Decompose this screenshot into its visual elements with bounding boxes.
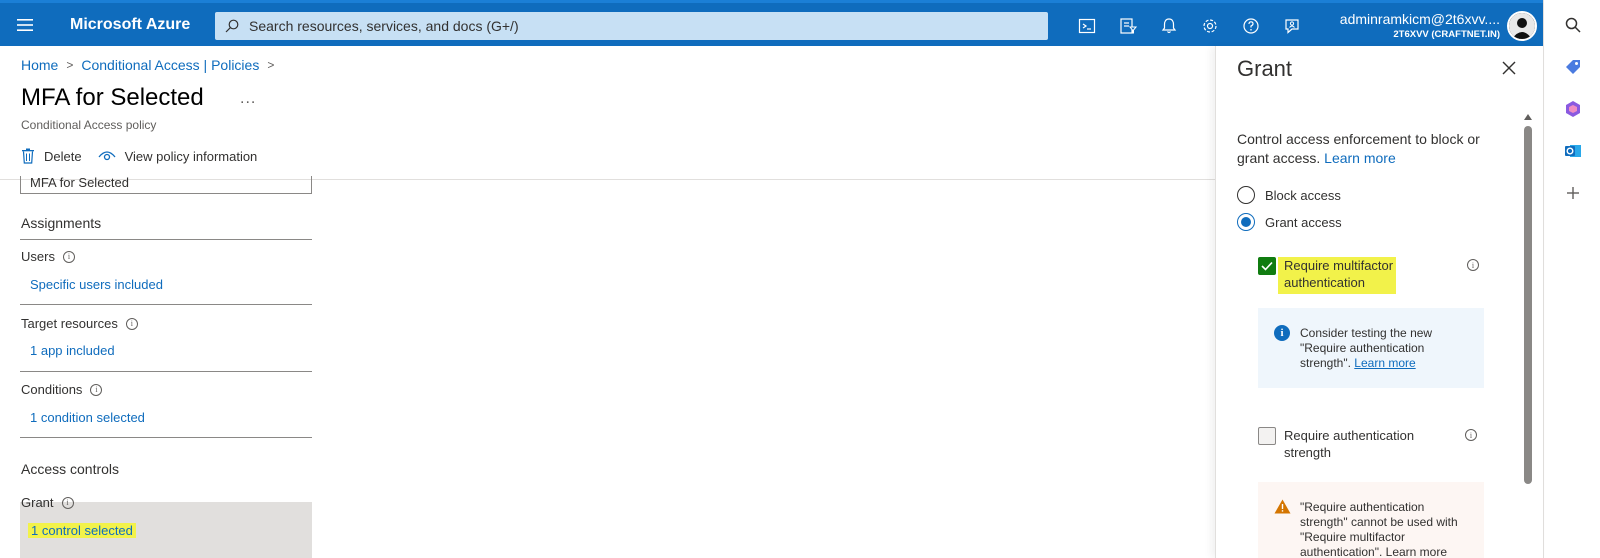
- grant-label: Grant i: [21, 495, 74, 510]
- radio-button-selected[interactable]: [1237, 213, 1255, 231]
- grant-access-radio[interactable]: Grant access: [1237, 213, 1342, 231]
- learn-more-link[interactable]: Learn more: [1324, 150, 1396, 166]
- target-resources-link[interactable]: 1 app included: [30, 343, 115, 358]
- conditions-label: Conditions i: [21, 382, 103, 397]
- panel-description: Control access enforcement to block or g…: [1237, 130, 1507, 168]
- page-title: MFA for Selected: [21, 84, 204, 111]
- info-icon[interactable]: i: [125, 317, 138, 330]
- close-icon[interactable]: [1501, 60, 1517, 76]
- view-policy-info-button[interactable]: View policy information: [98, 148, 258, 164]
- search-icon: [225, 19, 239, 33]
- breadcrumb: Home > Conditional Access | Policies >: [21, 57, 282, 73]
- cloud-shell-icon[interactable]: [1066, 3, 1107, 49]
- info-circle-icon: i: [1274, 325, 1290, 341]
- divider: [20, 304, 312, 305]
- checkbox-checked[interactable]: [1258, 257, 1276, 275]
- trash-icon: [22, 148, 34, 164]
- account-tenant: 2T6XVV (CRAFTNET.IN): [1393, 29, 1500, 40]
- search-input[interactable]: Search resources, services, and docs (G+…: [215, 12, 1048, 40]
- copilot-icon[interactable]: [1562, 98, 1584, 120]
- page-subtitle: Conditional Access policy: [21, 118, 157, 132]
- users-link[interactable]: Specific users included: [30, 277, 163, 292]
- grant-access-label: Grant access: [1265, 214, 1342, 230]
- divider: [20, 437, 312, 438]
- help-icon[interactable]: [1230, 3, 1271, 49]
- feedback-icon[interactable]: [1271, 3, 1312, 49]
- chevron-right-icon: >: [66, 58, 74, 72]
- outlook-icon[interactable]: [1562, 140, 1584, 162]
- search-icon[interactable]: [1562, 14, 1584, 36]
- target-resources-label: Target resources i: [21, 316, 138, 331]
- users-label-text: Users: [21, 249, 55, 264]
- require-mfa-label: Require multifactor authentication: [1278, 257, 1397, 294]
- check-icon: [1261, 261, 1273, 271]
- brand-title[interactable]: Microsoft Azure: [50, 16, 212, 34]
- breadcrumb-home[interactable]: Home: [21, 57, 58, 73]
- grant-link[interactable]: 1 control selected: [28, 523, 136, 538]
- account-name: adminramkicm@2t6xvv....: [1339, 11, 1500, 27]
- chevron-right-icon: >: [267, 58, 275, 72]
- delete-button[interactable]: Delete: [21, 148, 82, 164]
- scroll-up-arrow[interactable]: [1524, 114, 1532, 120]
- settings-icon[interactable]: [1189, 3, 1230, 49]
- conditions-link[interactable]: 1 condition selected: [30, 410, 145, 425]
- breadcrumb-policies[interactable]: Conditional Access | Policies: [81, 57, 259, 73]
- require-auth-strength-checkbox-row[interactable]: Require authentication strength: [1258, 427, 1414, 461]
- divider: [20, 239, 312, 240]
- avatar[interactable]: [1507, 11, 1537, 41]
- policy-name-field[interactable]: MFA for Selected: [20, 176, 312, 194]
- delete-label: Delete: [44, 148, 82, 164]
- scrollbar-thumb[interactable]: [1524, 126, 1532, 484]
- search-placeholder: Search resources, services, and docs (G+…: [249, 18, 519, 34]
- info-icon[interactable]: i: [62, 250, 75, 263]
- users-label: Users i: [21, 249, 75, 264]
- auth-strength-line2: strength: [1284, 445, 1331, 460]
- grant-label-text: Grant: [21, 495, 54, 510]
- auth-strength-line1: Require authentication: [1284, 428, 1415, 443]
- grant-panel: Grant Control access enforcement to bloc…: [1215, 46, 1543, 558]
- more-options-button[interactable]: ...: [240, 90, 256, 108]
- auth-strength-label: Require authentication strength: [1284, 427, 1414, 461]
- block-access-radio[interactable]: Block access: [1237, 186, 1341, 204]
- require-mfa-checkbox-row[interactable]: Require multifactor authentication: [1258, 257, 1397, 294]
- notifications-icon[interactable]: [1148, 3, 1189, 49]
- toolbar: Delete View policy information: [21, 148, 273, 164]
- top-bar: Microsoft Azure Search resources, servic…: [0, 0, 1543, 46]
- block-access-label: Block access: [1265, 187, 1341, 203]
- tag-icon[interactable]: [1562, 56, 1584, 78]
- info-message: i Consider testing the new "Require auth…: [1258, 308, 1484, 388]
- conditions-label-text: Conditions: [21, 382, 83, 397]
- warning-message: "Require authentication strength" cannot…: [1258, 482, 1484, 558]
- browser-sidebar: [1543, 0, 1600, 558]
- checkbox-unchecked[interactable]: [1258, 427, 1276, 445]
- warning-text: "Require authentication strength" cannot…: [1300, 500, 1458, 558]
- account-info[interactable]: adminramkicm@2t6xvv.... 2T6XVV (CRAFTNET…: [1320, 11, 1500, 40]
- warning-icon: [1274, 499, 1291, 514]
- info-icon[interactable]: i: [90, 383, 103, 396]
- eye-icon: [98, 151, 116, 161]
- directory-filter-icon[interactable]: [1107, 3, 1148, 49]
- view-info-label: View policy information: [124, 148, 258, 164]
- target-label-text: Target resources: [21, 316, 118, 331]
- divider: [20, 371, 312, 372]
- add-icon[interactable]: [1562, 182, 1584, 204]
- assignments-heading: Assignments: [21, 215, 102, 231]
- panel-title: Grant: [1237, 56, 1293, 81]
- panel-scrollbar[interactable]: [1522, 114, 1534, 558]
- mfa-label-line1: Require multifactor: [1284, 258, 1394, 273]
- info-icon[interactable]: i: [1467, 259, 1479, 271]
- access-controls-heading: Access controls: [21, 461, 120, 477]
- info-icon[interactable]: i: [61, 496, 74, 509]
- info-icon[interactable]: i: [1465, 429, 1477, 441]
- mfa-label-line2: authentication: [1284, 275, 1365, 290]
- radio-button[interactable]: [1237, 186, 1255, 204]
- policy-page: Home > Conditional Access | Policies > M…: [0, 46, 1215, 558]
- info-learn-more-link[interactable]: Learn more: [1354, 356, 1415, 370]
- menu-icon[interactable]: [0, 2, 50, 48]
